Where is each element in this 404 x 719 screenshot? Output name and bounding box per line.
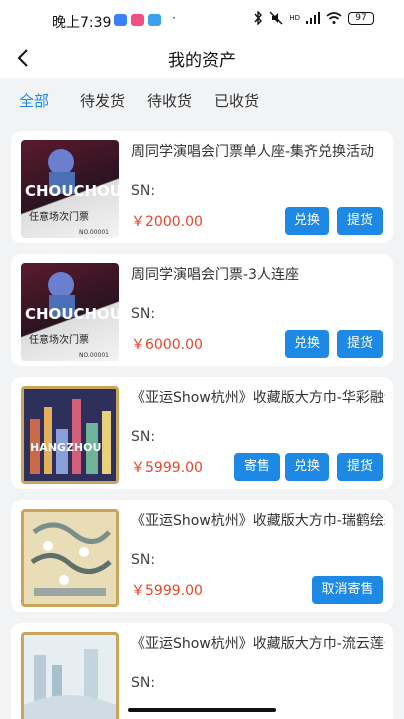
network-type: HD bbox=[289, 14, 300, 22]
redeem-button[interactable]: 兑换 bbox=[285, 330, 329, 358]
ticket-number: NO.00001 bbox=[79, 352, 109, 359]
asset-sn: SN: bbox=[131, 183, 156, 199]
status-time: 晚上7:39 bbox=[52, 15, 112, 31]
asset-title: 周同学演唱会门票单人座-集齐兑换活动 bbox=[131, 144, 375, 160]
ticket-number: NO.00001 bbox=[79, 229, 109, 236]
asset-card[interactable]: CHOUCHOU 任意场次门票 NO.00001 周同学演唱会门票单人座-集齐兑… bbox=[11, 131, 393, 243]
asset-card[interactable]: HANGZHOU 《亚运Show杭州》收藏版大方巾-华彩融创 SN: ￥5999… bbox=[11, 377, 393, 489]
wifi-icon bbox=[326, 12, 342, 24]
status-bar: 晚上7:39 · HD 97 bbox=[0, 0, 404, 40]
asset-title: 周同学演唱会门票-3人连座 bbox=[131, 267, 299, 283]
tab-pending-shipment[interactable]: 待发货 bbox=[80, 90, 125, 111]
page-title: 我的资产 bbox=[168, 51, 236, 71]
pickup-button[interactable]: 提货 bbox=[337, 453, 383, 481]
asset-list: CHOUCHOU 任意场次门票 NO.00001 周同学演唱会门票单人座-集齐兑… bbox=[0, 120, 404, 719]
mute-icon bbox=[269, 11, 283, 25]
ticket-caption: 任意场次门票 bbox=[29, 333, 89, 346]
ticket-caption: 任意场次门票 bbox=[29, 210, 89, 223]
scarf-thumbnail: HANGZHOU bbox=[21, 386, 119, 484]
city-skyline-graphic: HANGZHOU bbox=[24, 389, 116, 481]
status-more-dot: · bbox=[172, 11, 176, 25]
bluetooth-icon bbox=[254, 11, 263, 25]
scarf-thumbnail bbox=[21, 509, 119, 607]
signal-icon bbox=[306, 12, 320, 24]
lotus-pattern-graphic bbox=[24, 635, 116, 719]
app-notification-icon bbox=[148, 14, 161, 26]
cancel-consign-button[interactable]: 取消寄售 bbox=[312, 576, 383, 604]
consign-button[interactable]: 寄售 bbox=[234, 453, 280, 481]
crane-pattern-graphic bbox=[24, 512, 116, 604]
asset-title: 《亚运Show杭州》收藏版大方巾-流云莲开 bbox=[131, 636, 385, 652]
asset-card[interactable]: 《亚运Show杭州》收藏版大方巾-瑞鹤绘彩 SN: ￥5999.00 取消寄售 bbox=[11, 500, 393, 612]
redeem-button[interactable]: 兑换 bbox=[285, 453, 329, 481]
app-notification-icon bbox=[131, 14, 144, 26]
scarf-brand: HANGZHOU bbox=[30, 441, 101, 454]
concert-poster-graphic: CHOUCHOU 任意场次门票 NO.00001 bbox=[25, 272, 119, 359]
nav-bar: 我的资产 bbox=[0, 40, 404, 78]
concert-poster-graphic: CHOUCHOU 任意场次门票 NO.00001 bbox=[25, 149, 119, 236]
pickup-button[interactable]: 提货 bbox=[337, 207, 383, 235]
status-app-icons bbox=[114, 14, 161, 26]
asset-price: ￥6000.00 bbox=[131, 337, 203, 353]
ticket-thumbnail: CHOUCHOU 任意场次门票 NO.00001 bbox=[21, 140, 119, 238]
tab-pending-receipt[interactable]: 待收货 bbox=[147, 90, 192, 111]
battery-icon: 97 bbox=[348, 11, 374, 25]
scarf-thumbnail bbox=[21, 632, 119, 719]
home-indicator bbox=[128, 708, 276, 712]
tab-all[interactable]: 全部 bbox=[19, 90, 49, 111]
ticket-brand: CHOUCHOU bbox=[25, 182, 119, 200]
asset-sn: SN: bbox=[131, 306, 156, 322]
asset-sn: SN: bbox=[131, 552, 156, 568]
asset-price: ￥5999.00 bbox=[131, 583, 203, 599]
ticket-brand: CHOUCHOU bbox=[25, 305, 119, 323]
asset-title: 《亚运Show杭州》收藏版大方巾-华彩融创 bbox=[131, 390, 385, 406]
redeem-button[interactable]: 兑换 bbox=[285, 207, 329, 235]
pickup-button[interactable]: 提货 bbox=[337, 330, 383, 358]
app-notification-icon bbox=[114, 14, 127, 26]
ticket-thumbnail: CHOUCHOU 任意场次门票 NO.00001 bbox=[21, 263, 119, 361]
asset-sn: SN: bbox=[131, 429, 156, 445]
asset-card[interactable]: CHOUCHOU 任意场次门票 NO.00001 周同学演唱会门票-3人连座 S… bbox=[11, 254, 393, 366]
tab-received[interactable]: 已收货 bbox=[214, 90, 259, 111]
asset-price: ￥5999.00 bbox=[131, 460, 203, 476]
asset-card[interactable]: 《亚运Show杭州》收藏版大方巾-流云莲开 SN: bbox=[11, 623, 393, 719]
asset-price: ￥2000.00 bbox=[131, 214, 203, 230]
asset-sn: SN: bbox=[131, 675, 156, 691]
filter-tabs: 全部 待发货 待收货 已收货 bbox=[0, 78, 404, 120]
asset-title: 《亚运Show杭州》收藏版大方巾-瑞鹤绘彩 bbox=[131, 513, 385, 529]
status-right-icons: HD 97 bbox=[253, 11, 374, 25]
